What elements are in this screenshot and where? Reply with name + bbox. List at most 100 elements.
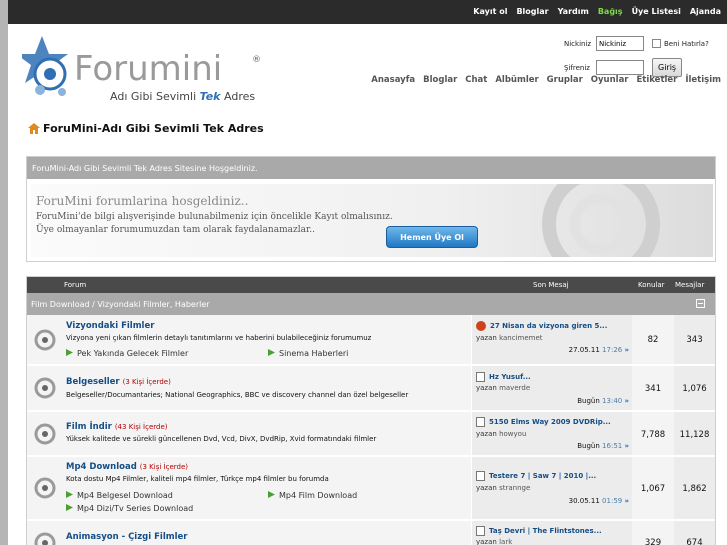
last-post-author: yazan lark xyxy=(476,538,513,545)
hot-topic-icon xyxy=(476,321,486,331)
username-input[interactable] xyxy=(596,36,644,51)
password-label: Şifreniz xyxy=(564,64,590,72)
topnav-blogs-link[interactable]: Bloglar xyxy=(516,7,548,16)
forum-row: Film İndir (43 Kişi İçerde) Yüksek kalit… xyxy=(27,412,715,456)
topic-count: 329 xyxy=(644,538,662,545)
go-to-last-post-icon[interactable]: » xyxy=(624,346,629,354)
logo-tagline: Adı Gibi Sevimli Tek Adres xyxy=(110,90,255,103)
join-now-button[interactable]: Hemen Üye Ol xyxy=(386,226,478,248)
main-navigation: Anasayfa Bloglar Chat Albümler Gruplar O… xyxy=(366,75,721,85)
go-to-last-post-icon[interactable]: » xyxy=(624,397,629,405)
post-count: 1,076 xyxy=(682,384,707,394)
nav-home[interactable]: Anasayfa xyxy=(371,75,415,85)
page-title-text: ForuMini-Adı Gibi Sevimli Tek Adres xyxy=(43,122,264,135)
topnav-memberlist-link[interactable]: Üye Listesi xyxy=(632,7,681,16)
forum-title[interactable]: Mp4 Download (3 Kişi İçerde) xyxy=(66,462,188,472)
remember-me-label: Beni Hatırla? xyxy=(664,40,709,48)
go-to-last-post-icon[interactable]: » xyxy=(624,442,629,450)
subforum-link[interactable]: Sinema Haberleri xyxy=(268,349,348,358)
home-icon[interactable] xyxy=(28,123,40,134)
forum-row: Animasyon - Çizgi Filmler Taş Devri | Th… xyxy=(27,521,715,545)
viewers-count: (43 Kişi İçerde) xyxy=(114,423,168,431)
post-count: 11,128 xyxy=(679,430,710,440)
subforum-arrow-icon xyxy=(268,491,275,498)
last-post-title[interactable]: 27 Nisan da vizyona giren 5... xyxy=(476,321,607,331)
subforum-arrow-icon xyxy=(66,349,73,356)
last-post-title[interactable]: 5150 Elms Way 2009 DVDRip... xyxy=(476,417,611,427)
registered-mark: ® xyxy=(252,55,261,65)
forum-status-icon xyxy=(34,423,56,445)
forum-title[interactable]: Vizyondaki Filmler xyxy=(66,321,154,331)
welcome-heading: ForuMini forumlarina hosgeldiniz.. xyxy=(36,194,249,208)
welcome-line-2: Üye olmayanlar forumumuzdan tam olarak f… xyxy=(36,225,315,235)
forum-description: Yüksek kalitede ve sürekli güncellenen D… xyxy=(66,435,377,443)
forum-title[interactable]: Animasyon - Çizgi Filmler xyxy=(66,532,188,542)
last-post-title[interactable]: Testere 7 | Saw 7 | 2010 |... xyxy=(476,471,596,481)
topic-count: 1,067 xyxy=(640,484,666,494)
forum-title[interactable]: Film İndir (43 Kişi İçerde) xyxy=(66,422,168,432)
last-post-author: yazan strannge xyxy=(476,484,531,492)
last-post-title[interactable]: Taş Devri | The Flintstones... xyxy=(476,526,602,536)
last-post-user-link[interactable]: howyou xyxy=(499,430,526,438)
forum-description: Kota dostu Mp4 Filmler, kaliteli mp4 fil… xyxy=(66,475,329,483)
last-post-date: 27.05.11 17:26 » xyxy=(568,346,629,354)
remember-me-checkbox[interactable] xyxy=(652,39,661,48)
forum-status-icon xyxy=(34,532,56,545)
last-post-title[interactable]: Hz Yusuf... xyxy=(476,372,531,382)
last-post-user-link[interactable]: maverde xyxy=(499,384,530,392)
header-last-post: Son Mesaj xyxy=(533,281,569,289)
document-icon xyxy=(476,471,485,481)
forum-row: Vizyondaki Filmler Vizyona yeni çıkan fi… xyxy=(27,315,715,365)
category-header[interactable]: Film Download / Vizyondaki Filmler, Habe… xyxy=(27,293,715,315)
forum-title[interactable]: Belgeseller (3 Kişi İçerde) xyxy=(66,377,171,387)
nav-tags[interactable]: Etiketler xyxy=(636,75,677,85)
subforum-link[interactable]: Mp4 Dizi/Tv Series Download xyxy=(66,504,193,513)
forum-row: Belgeseller (3 Kişi İçerde) Belgeseller/… xyxy=(27,366,715,411)
last-post-author: yazan kancimemet xyxy=(476,334,543,342)
document-icon xyxy=(476,417,485,427)
welcome-bar: ForuMini-Adı Gibi Sevimli Tek Adres Site… xyxy=(27,157,715,179)
topnav-register-link[interactable]: Kayıt ol xyxy=(473,7,507,16)
subforum-link[interactable]: Mp4 Film Download xyxy=(268,491,357,500)
logo-wordmark: Forumini xyxy=(74,49,222,89)
topic-count: 341 xyxy=(644,384,662,394)
topic-count: 82 xyxy=(647,335,659,345)
welcome-line-1: ForuMini'de bilgi alışverişinde bulunabi… xyxy=(36,212,393,222)
header-topics: Konular xyxy=(638,281,665,289)
forum-description: Vizyona yeni çıkan filmlerin detaylı tan… xyxy=(66,334,372,342)
collapse-icon[interactable] xyxy=(696,299,705,308)
welcome-banner: ForuMini forumlarina hosgeldiniz.. ForuM… xyxy=(31,184,713,257)
left-edge-strip xyxy=(0,0,8,545)
nav-contact[interactable]: İletişim xyxy=(685,75,721,85)
subforum-link[interactable]: Mp4 Belgesel Download xyxy=(66,491,173,500)
forumini-logo[interactable]: Forumini ® Adı Gibi Sevimli Tek Adres xyxy=(22,28,272,110)
topnav-calendar-link[interactable]: Ajanda xyxy=(690,7,721,16)
nav-chat[interactable]: Chat xyxy=(465,75,487,85)
header-posts: Mesajlar xyxy=(675,281,705,289)
site-header: Forumini ® Adı Gibi Sevimli Tek Adres Ni… xyxy=(8,24,727,114)
welcome-panel: ForuMini-Adı Gibi Sevimli Tek Adres Site… xyxy=(26,156,716,262)
topnav-donate-link[interactable]: Bağış xyxy=(598,7,623,16)
nav-groups[interactable]: Gruplar xyxy=(547,75,583,85)
last-post-date: Bugün 13:40 » xyxy=(577,397,629,405)
last-post-user-link[interactable]: kancimemet xyxy=(499,334,542,342)
go-to-last-post-icon[interactable]: » xyxy=(624,497,629,505)
forum-table-header: Forum Son Mesaj Konular Mesajlar xyxy=(27,277,715,293)
document-icon xyxy=(476,526,485,536)
nav-albums[interactable]: Albümler xyxy=(495,75,538,85)
password-input[interactable] xyxy=(596,60,644,75)
last-post-user-link[interactable]: strannge xyxy=(499,484,530,492)
last-post-date: 30.05.11 01:59 » xyxy=(568,497,629,505)
forum-description: Belgeseller/Documantaries; National Geog… xyxy=(66,391,409,399)
nav-blogs[interactable]: Bloglar xyxy=(423,75,457,85)
nav-games[interactable]: Oyunlar xyxy=(591,75,629,85)
banner-circle-decor xyxy=(542,184,660,257)
subforum-link[interactable]: Pek Yakında Gelecek Filmler xyxy=(66,349,188,358)
post-count: 343 xyxy=(686,335,703,345)
topnav-help-link[interactable]: Yardım xyxy=(558,7,589,16)
last-post-author: yazan howyou xyxy=(476,430,527,438)
last-post-user-link[interactable]: lark xyxy=(499,538,512,545)
viewers-count: (3 Kişi İçerde) xyxy=(139,463,188,471)
category-title[interactable]: Film Download / Vizyondaki Filmler, Habe… xyxy=(31,300,210,309)
username-label: Nickiniz xyxy=(564,40,592,48)
